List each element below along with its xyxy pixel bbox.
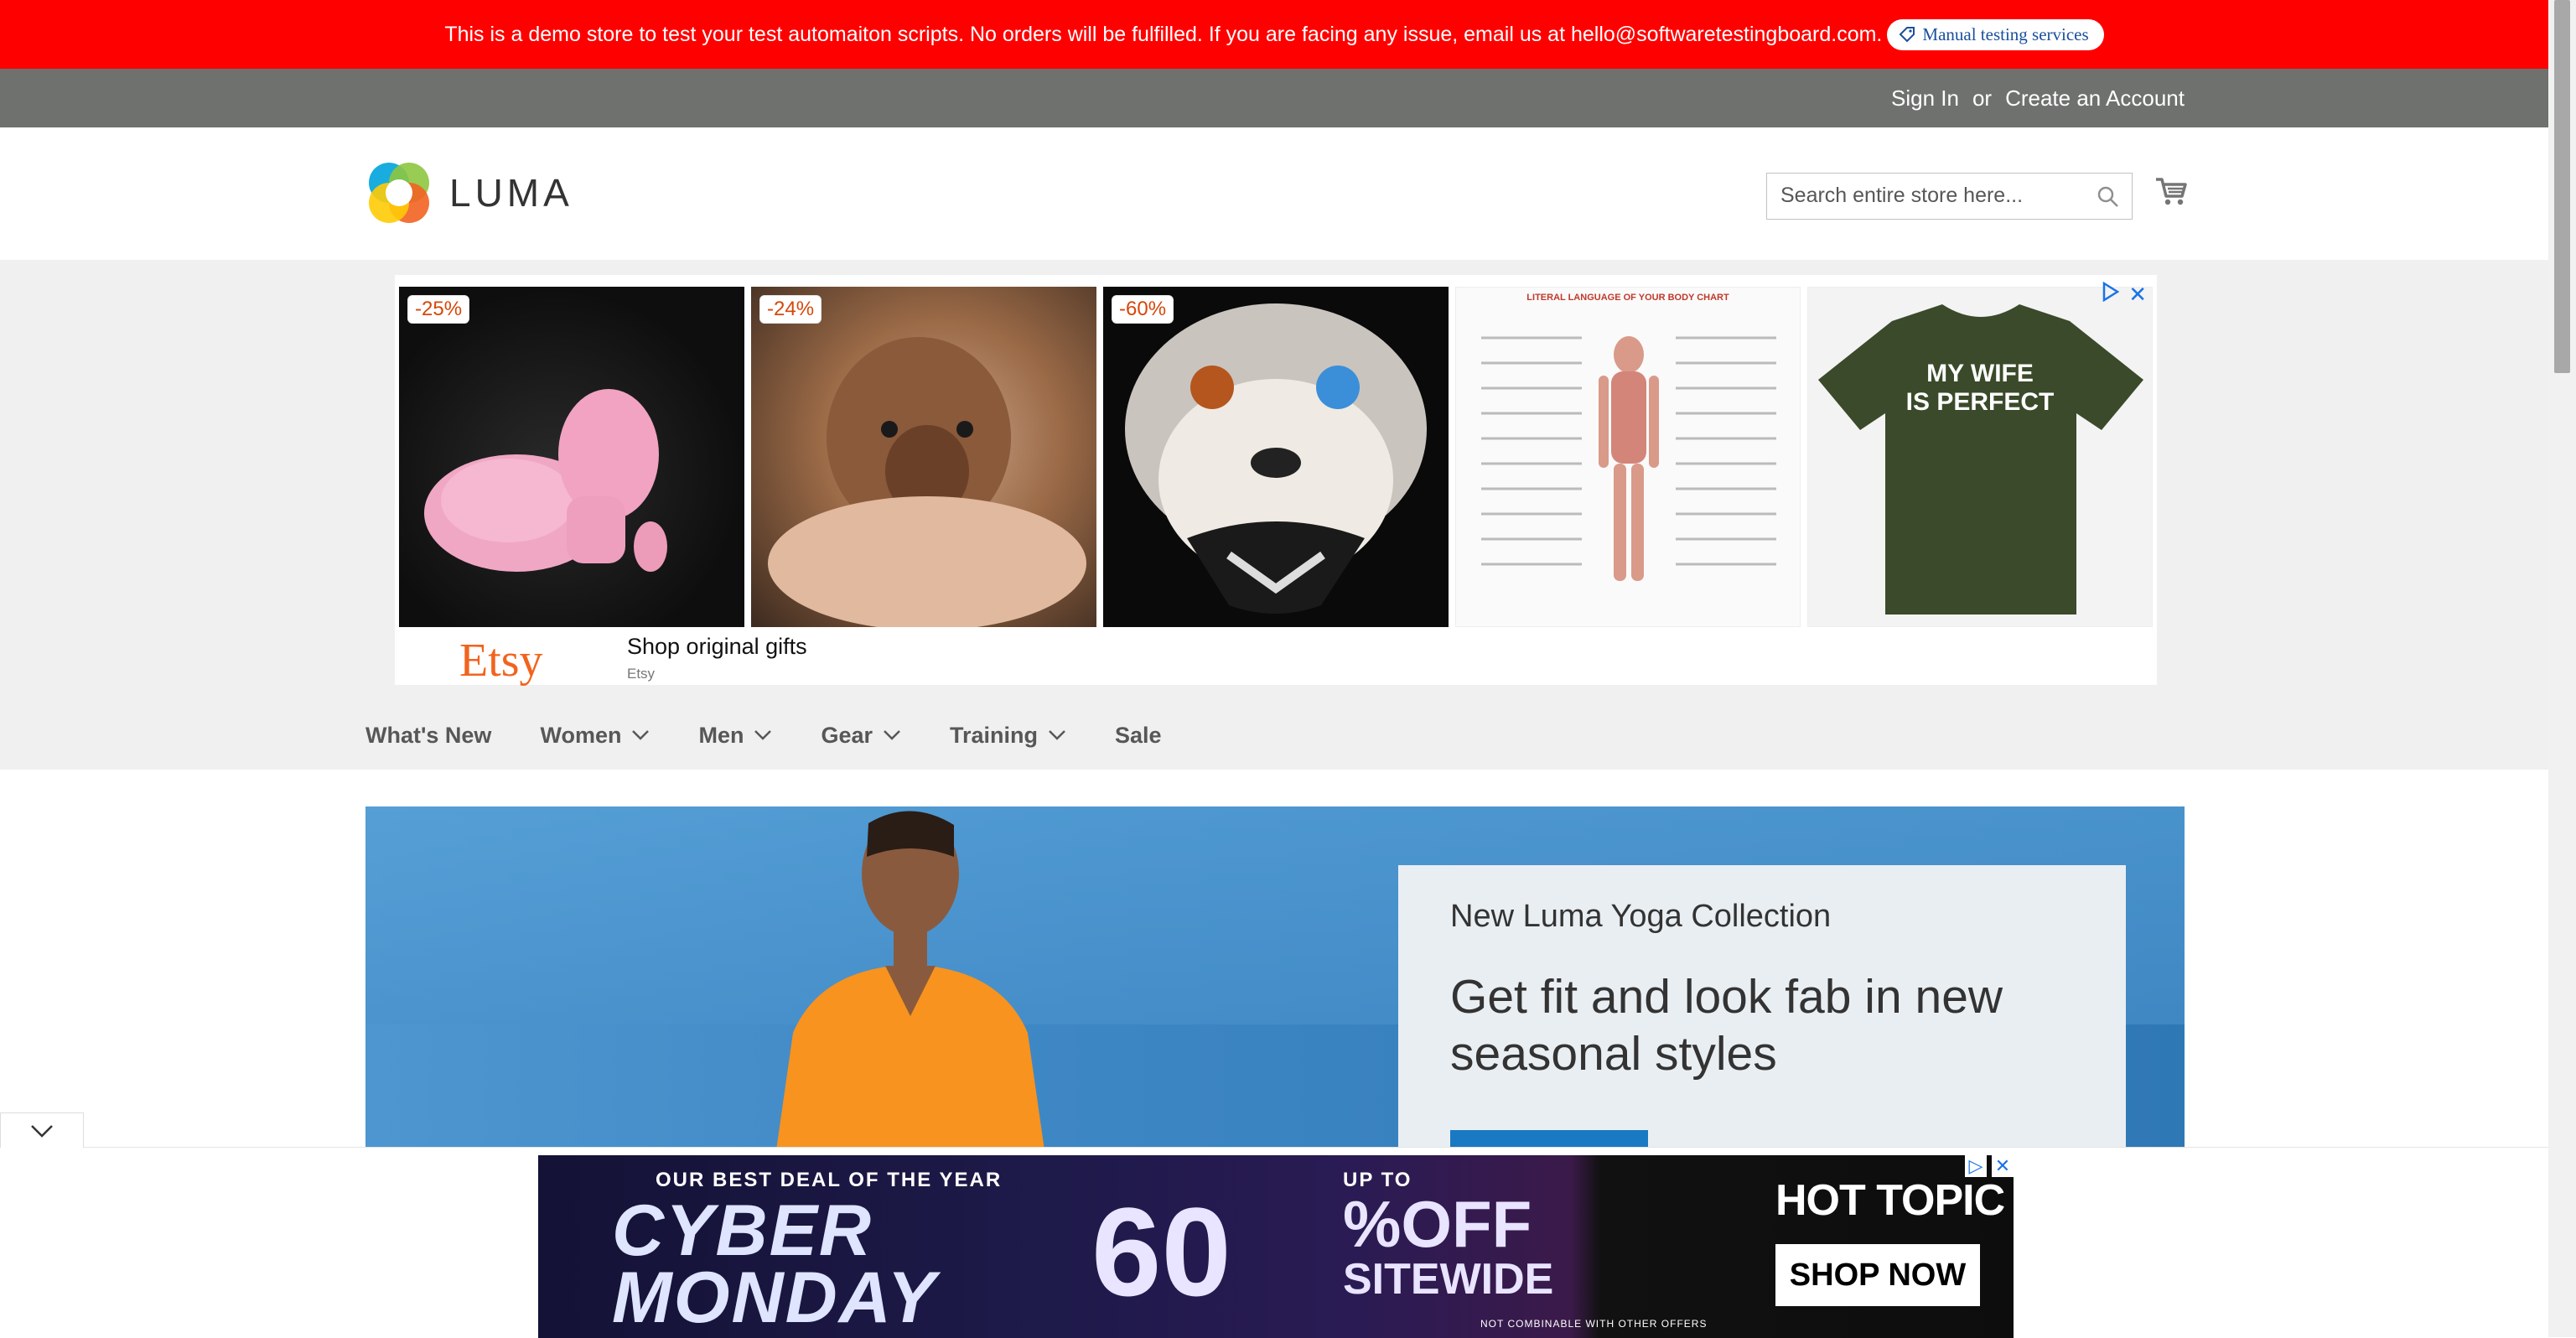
hot-topic-ad[interactable]: OUR BEST DEAL OF THE YEAR CYBER MONDAY U… xyxy=(538,1155,2014,1338)
ad-footer[interactable]: Etsy Shop original gifts Etsy xyxy=(395,634,2157,685)
demo-notice-text: This is a demo store to test your test a… xyxy=(444,22,1883,46)
logo-text: LUMA xyxy=(449,171,573,215)
calf-in-hand-image xyxy=(768,337,1086,627)
sticky-ad-toggle[interactable] xyxy=(0,1112,84,1148)
tshirt-line-1: MY WIFE xyxy=(1926,360,2034,387)
ad-source: Etsy xyxy=(627,666,656,682)
page-scrollbar[interactable] xyxy=(2548,0,2576,1337)
account-links: Sign In or Create an Account xyxy=(1891,69,2185,127)
tshirt-print: MY WIFE IS PERFECT xyxy=(1808,360,2152,417)
body-chart-title: LITERAL LANGUAGE OF YOUR BODY CHART xyxy=(1526,293,1729,303)
pink-sculpture-image xyxy=(424,389,667,572)
site-header: LUMA xyxy=(0,127,2548,260)
scrollbar-thumb[interactable] xyxy=(2554,0,2570,373)
discount-badge: -25% xyxy=(407,295,470,324)
luma-logo-icon xyxy=(369,163,429,223)
promo-panel: New Luma Yoga Collection Get fit and loo… xyxy=(1398,865,2126,1150)
tag-icon xyxy=(1899,27,1915,43)
promo-kicker: New Luma Yoga Collection xyxy=(1450,899,1832,934)
ad-percent-off: %OFF xyxy=(1343,1187,1532,1261)
nav-label: Women xyxy=(540,722,622,748)
hero-banner[interactable]: New Luma Yoga Collection Get fit and loo… xyxy=(365,806,2185,1150)
etsy-ad[interactable]: -25% -24% -60% LITERAL LANGUAGE OF YOUR … xyxy=(395,275,2157,685)
ad-monday: MONDAY xyxy=(612,1258,937,1338)
adchoices-icon[interactable] xyxy=(2102,282,2120,302)
nav-label: Sale xyxy=(1115,722,1162,748)
sticky-ad-bar: OUR BEST DEAL OF THE YEAR CYBER MONDAY U… xyxy=(0,1112,2548,1338)
shop-now-button[interactable]: SHOP NOW xyxy=(1775,1244,1980,1306)
tshirt-image xyxy=(1818,304,2143,615)
ad-fine-print: NOT COMBINABLE WITH OTHER OFFERS xyxy=(1480,1318,1708,1330)
demo-notice-bar: This is a demo store to test your test a… xyxy=(0,0,2548,69)
sign-in-link[interactable]: Sign In xyxy=(1891,86,1959,112)
nav-item-gear[interactable]: Gear xyxy=(821,723,901,749)
main-navigation: What's New Women Men Gear Training Sale xyxy=(365,704,1210,766)
nav-item-sale[interactable]: Sale xyxy=(1115,723,1162,749)
ad-deal-line: OUR BEST DEAL OF THE YEAR xyxy=(656,1169,1003,1191)
cart-icon[interactable] xyxy=(2154,174,2188,208)
discount-badge: -60% xyxy=(1112,295,1174,324)
search-input[interactable] xyxy=(1767,174,2104,217)
fursuit-mask-image xyxy=(1125,303,1427,614)
chevron-down-icon xyxy=(31,1124,53,1138)
nav-item-whats-new[interactable]: What's New xyxy=(365,723,491,749)
chevron-down-icon xyxy=(884,730,900,740)
promo-headline: Get fit and look fab in new seasonal sty… xyxy=(1450,970,2003,1081)
chevron-down-icon xyxy=(754,730,772,740)
nav-label: What's New xyxy=(365,722,492,748)
nav-item-women[interactable]: Women xyxy=(540,723,650,749)
luma-logo[interactable]: LUMA xyxy=(365,159,573,226)
advertisement-zone: -25% -24% -60% LITERAL LANGUAGE OF YOUR … xyxy=(0,260,2548,770)
manual-testing-services-link[interactable]: Manual testing services xyxy=(1887,18,2104,50)
close-ad-icon[interactable]: ✕ xyxy=(1992,1155,2014,1177)
search-box xyxy=(1766,173,2133,220)
ad-product-image[interactable]: LITERAL LANGUAGE OF YOUR BODY CHART xyxy=(1455,287,1801,627)
nav-label: Gear xyxy=(821,722,873,748)
manual-testing-services-label: Manual testing services xyxy=(1922,23,2089,44)
nav-item-training[interactable]: Training xyxy=(950,723,1066,749)
ad-controls: ▷ ✕ xyxy=(1965,1155,2014,1177)
ad-cyber-monday: CYBER MONDAY xyxy=(612,1190,937,1338)
body-chart-image xyxy=(1481,336,1776,581)
create-account-link[interactable]: Create an Account xyxy=(2005,86,2185,112)
or-separator: or xyxy=(1972,85,1993,111)
ad-product-image[interactable]: MY WIFE IS PERFECT xyxy=(1807,287,2153,627)
nav-label: Training xyxy=(950,722,1039,748)
yoga-model-image xyxy=(776,811,1044,1150)
nav-label: Men xyxy=(698,722,744,748)
discount-badge: -24% xyxy=(759,295,822,324)
tshirt-line-2: IS PERFECT xyxy=(1905,388,2055,416)
etsy-logo: Etsy xyxy=(459,635,543,687)
chevron-down-icon xyxy=(1049,730,1065,740)
chevron-down-icon xyxy=(632,730,650,740)
adchoices-icon[interactable]: ▷ xyxy=(1965,1155,1987,1177)
ad-product-image[interactable]: -24% xyxy=(751,287,1096,627)
search-icon[interactable] xyxy=(2097,185,2120,209)
top-panel: Sign In or Create an Account xyxy=(0,69,2548,127)
ad-product-image[interactable]: -25% xyxy=(399,287,744,627)
ad-product-image[interactable]: -60% xyxy=(1103,287,1449,627)
ad-sixty: 60 xyxy=(1091,1181,1231,1322)
nav-item-men[interactable]: Men xyxy=(698,723,772,749)
hot-topic-logo: HOT TOPIC xyxy=(1775,1176,2005,1225)
close-ad-icon[interactable]: ✕ xyxy=(2128,282,2147,308)
ad-headline[interactable]: Shop original gifts xyxy=(627,634,807,660)
ad-sitewide: SITEWIDE xyxy=(1343,1255,1554,1304)
ad-cyber: CYBER xyxy=(612,1190,873,1271)
ad-controls: ✕ xyxy=(2102,282,2147,308)
